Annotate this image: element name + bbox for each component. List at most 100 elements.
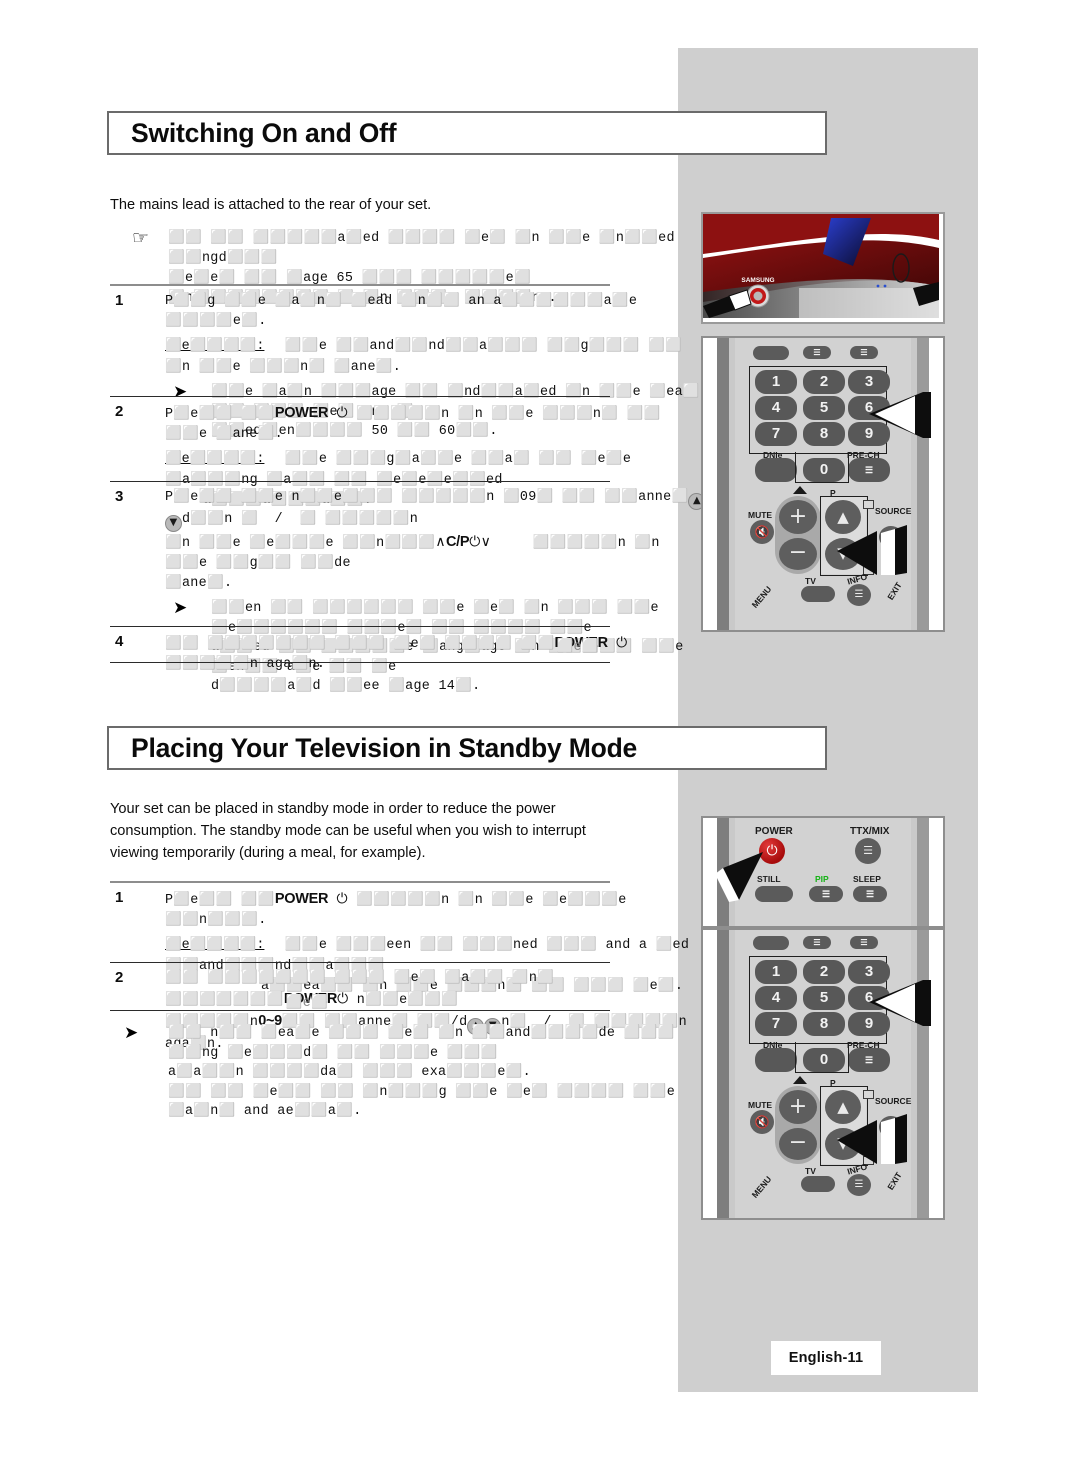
dnie-button[interactable] <box>755 458 797 482</box>
section-heading-switching: Switching On and Off <box>107 111 827 155</box>
ttx-mix-button[interactable]: ☰ <box>855 838 881 864</box>
key-2[interactable]: 2 <box>803 370 845 394</box>
divider <box>110 881 610 883</box>
tv-product-illustration: SAMSUNG <box>701 212 945 324</box>
step-4-line: ⬜⬜ ⬜⬜⬜⬜⬜⬜⬜ ⬜⬜⬜ ⬜e⬜ ⬜⬜⬜⬜ ⬜⬜POWER ⬜e⬜ ⏻ ⬜⬜⬜… <box>165 633 710 675</box>
key-7[interactable]: 7 <box>755 422 797 446</box>
divider <box>110 962 610 963</box>
section-heading-switching-label: Switching On and Off <box>131 117 397 148</box>
callout-arrow-keypad <box>869 392 931 438</box>
channel-up-mini-icon <box>863 1090 874 1099</box>
arrow-bullet-icon: ➤ <box>173 382 188 402</box>
prech-button[interactable]: ☰ <box>848 458 890 482</box>
chevron-up-icon: ∧ <box>435 534 446 550</box>
divider <box>110 481 610 482</box>
note-line: a⬜a⬜⬜n ⬜⬜⬜⬜da⬜ ⬜⬜⬜ exa⬜⬜⬜e⬜. <box>168 1065 531 1080</box>
divider <box>110 396 610 397</box>
pip-button[interactable]: ☰ <box>809 886 843 902</box>
mute-label: MUTE <box>748 1100 773 1110</box>
remote-ttx-button[interactable]: ☰ <box>803 346 831 359</box>
zero-key-frame <box>795 452 849 483</box>
volume-up-button[interactable]: + <box>779 1090 817 1124</box>
dnie-button[interactable] <box>755 1048 797 1072</box>
lead-paragraph-switching: The mains lead is attached to the rear o… <box>110 197 432 213</box>
power-symbol-icon: ⏻ <box>336 405 348 421</box>
tv-button[interactable] <box>801 586 835 602</box>
channel-up-mini-icon <box>863 500 874 509</box>
key-5[interactable]: 5 <box>803 396 845 420</box>
power-label: POWER <box>755 826 793 837</box>
remote-sleep-button[interactable]: ☰ <box>850 346 878 359</box>
pointing-hand-icon: ☞ <box>132 227 150 249</box>
power-symbol-icon: ⏻ <box>337 991 349 1007</box>
mute-button[interactable]: 🔇 <box>750 1110 774 1134</box>
remote-ttx-button[interactable]: ☰ <box>803 936 831 949</box>
divider <box>110 626 610 627</box>
info-button[interactable]: ☰ <box>847 1174 871 1196</box>
step-number: 1 <box>115 889 124 906</box>
power-symbol-icon: ⏻ <box>469 534 481 550</box>
power-symbol-icon: ⏻ <box>616 635 628 651</box>
key-2[interactable]: 2 <box>803 960 845 984</box>
sleep-button[interactable]: ☰ <box>853 886 887 902</box>
tv-label: TV <box>805 576 816 586</box>
section-heading-standby: Placing Your Television in Standby Mode <box>107 726 827 770</box>
volume-marker-icon <box>793 1076 807 1084</box>
volume-up-button[interactable]: + <box>779 500 817 534</box>
source-label: SOURCE <box>875 506 912 516</box>
key-1[interactable]: 1 <box>755 960 797 984</box>
remote-illustration-power-row: POWER TTX/MIX ⏻ ☰ STILL PIP SLEEP ☰ ☰ <box>701 816 945 928</box>
power-symbol-icon: ⏻ <box>336 891 348 907</box>
remote-bezel-right <box>917 818 929 926</box>
remote-top-left-button[interactable] <box>753 346 789 360</box>
volume-down-button[interactable]: − <box>779 538 817 570</box>
remote-face: ☰ ☰ 1 2 3 4 5 6 7 8 9 DNIe PRE-CH 0 ☰ + … <box>735 930 911 1218</box>
source-label: SOURCE <box>875 1096 912 1106</box>
note-line: ⬜⬜ n⬜⬜ ⬜ea⬜e ⬜⬜⬜ ⬜e⬜ ⬜n ⬜⬜and⬜⬜⬜⬜de ⬜⬜⬜ … <box>168 1026 683 1061</box>
divider <box>110 284 610 286</box>
mute-label: MUTE <box>748 510 773 520</box>
remote-bezel-left <box>717 338 729 630</box>
step-number: 2 <box>115 403 124 420</box>
step-2-line: P⬜e⬜⬜ ⬜⬜POWER ⏻ ⬜⬜⬜⬜⬜n ⬜n ⬜⬜e ⬜⬜⬜n⬜ ⬜⬜ ⬜… <box>165 403 710 445</box>
mute-button[interactable]: 🔇 <box>750 520 774 544</box>
menu-label: MENU <box>749 584 774 610</box>
volume-down-button[interactable]: − <box>779 1128 817 1160</box>
section-heading-standby-label: Placing Your Television in Standby Mode <box>131 732 638 763</box>
standby-step-2-line-1: ⬜⬜ ⬜⬜⬜⬜⬜⬜⬜ ⬜⬜⬜ ⬜e⬜ ⬜a⬜⬜ ⬜n⬜ ⬜⬜⬜⬜⬜⬜⬜POWER… <box>165 969 710 1011</box>
step-3-line-2: ⬜n ⬜⬜e ⬜e⬜⬜⬜e ⬜⬜n⬜⬜⬜∧C/P⏻∨ ⬜⬜⬜⬜⬜n ⬜n ⬜⬜e… <box>165 532 710 574</box>
step-3-seg-d: ⬜n ⬜⬜e ⬜e⬜⬜⬜e ⬜⬜n⬜⬜⬜ <box>165 536 436 551</box>
key-5[interactable]: 5 <box>803 986 845 1010</box>
page-footer: English-11 <box>771 1341 881 1375</box>
key-4[interactable]: 4 <box>755 986 797 1010</box>
step-number: 4 <box>115 633 124 650</box>
key-8[interactable]: 8 <box>803 422 845 446</box>
remote-edge-right <box>929 338 943 630</box>
volume-marker-icon <box>793 486 807 494</box>
remote-sleep-button[interactable]: ☰ <box>850 936 878 949</box>
result-label: ⬜e⬜⬜⬜⬜: <box>165 339 265 354</box>
prech-button[interactable]: ☰ <box>848 1048 890 1072</box>
tv-button[interactable] <box>801 1176 835 1192</box>
key-8[interactable]: 8 <box>803 1012 845 1036</box>
page-footer-label: English-11 <box>788 1350 864 1366</box>
callout-arrow-channel <box>837 525 907 575</box>
cp-key-label: C/P <box>445 534 470 550</box>
step-4-switching: 4 ⬜⬜ ⬜⬜⬜⬜⬜⬜⬜ ⬜⬜⬜ ⬜e⬜ ⬜⬜⬜⬜ ⬜⬜POWER ⬜e⬜ ⏻ ⬜… <box>110 633 710 675</box>
step-number: 2 <box>115 969 124 986</box>
key-7[interactable]: 7 <box>755 1012 797 1036</box>
remote-illustration-keypad-top: ☰ ☰ 1 2 3 4 5 6 7 8 9 DNIe PRE-CH 0 ☰ + … <box>701 336 945 632</box>
remote-illustration-keypad-bottom: ☰ ☰ 1 2 3 4 5 6 7 8 9 DNIe PRE-CH 0 ☰ + … <box>701 928 945 1220</box>
remote-top-left-button[interactable] <box>753 936 789 950</box>
key-4[interactable]: 4 <box>755 396 797 420</box>
power-key-label: POWER <box>274 891 329 907</box>
tv-label: TV <box>805 1166 816 1176</box>
info-button[interactable]: ☰ <box>847 584 871 606</box>
remote-edge-left <box>703 338 717 630</box>
remote-bezel-right <box>917 930 929 1218</box>
pip-label: PIP <box>815 874 829 884</box>
key-1[interactable]: 1 <box>755 370 797 394</box>
divider <box>110 1010 610 1011</box>
result-label: ⬜e⬜⬜⬜⬜: <box>165 938 265 953</box>
callout-arrow-keypad <box>869 980 931 1026</box>
